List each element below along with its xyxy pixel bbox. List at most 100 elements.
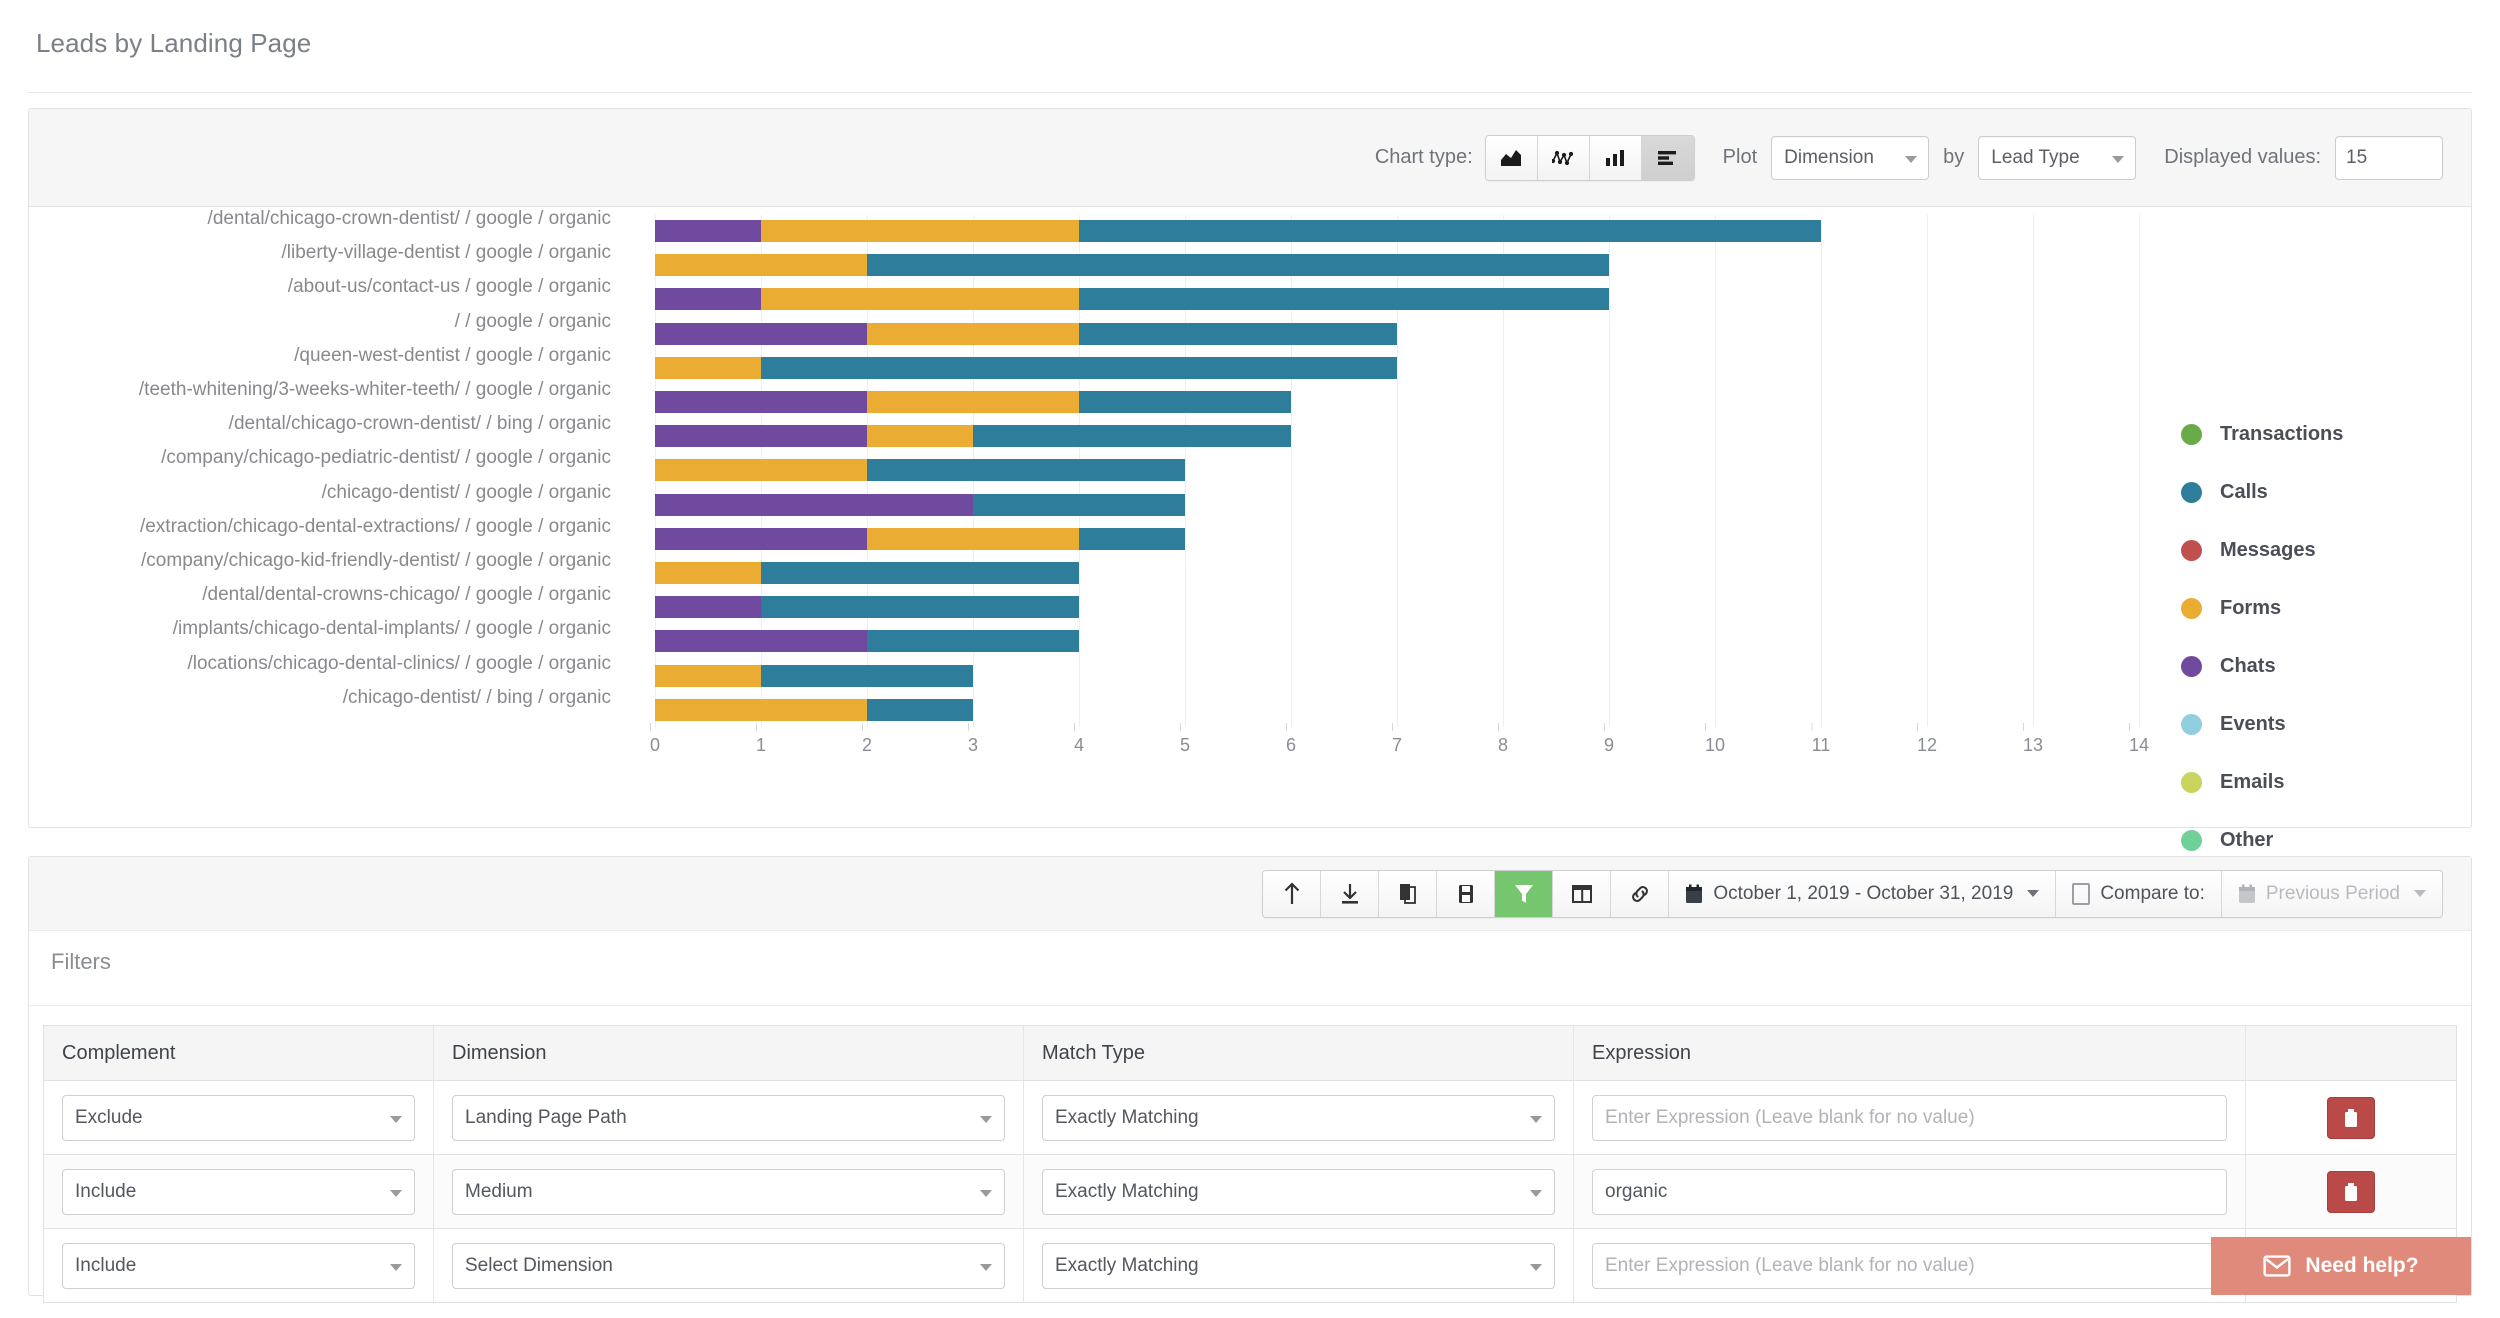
- delete-filter-button[interactable]: [2327, 1096, 2375, 1139]
- bar-segment-calls[interactable]: [867, 254, 1609, 277]
- x-axis-tick-label: 3: [967, 723, 978, 756]
- bar-segment-forms[interactable]: [867, 425, 973, 448]
- bar-segment-chats[interactable]: [655, 220, 761, 242]
- bar-segment-forms[interactable]: [655, 254, 867, 277]
- chevron-down-icon: [2112, 155, 2125, 163]
- previous-period-value: Previous Period: [2265, 882, 2400, 904]
- bar-segment-chats[interactable]: [655, 391, 867, 413]
- need-help-button[interactable]: Need help?: [2211, 1237, 2471, 1295]
- plot-dimension-select[interactable]: Dimension: [1771, 135, 1930, 180]
- chevron-down-icon: [1530, 1115, 1542, 1123]
- bar-segment-forms[interactable]: [867, 391, 1079, 413]
- bar-segment-calls[interactable]: [761, 562, 1079, 584]
- bar-segment-chats[interactable]: [655, 493, 973, 516]
- date-range-picker[interactable]: October 1, 2019 - October 31, 2019: [1669, 870, 2057, 917]
- bar-segment-chats[interactable]: [655, 527, 867, 550]
- match-type-select[interactable]: Exactly Matching: [1042, 1242, 1555, 1289]
- compare-to-checkbox[interactable]: Compare to:: [2056, 870, 2222, 917]
- line-chart-icon[interactable]: [1537, 135, 1590, 180]
- bar-chart-icon[interactable]: [1641, 135, 1694, 180]
- bar-segment-forms[interactable]: [655, 698, 867, 721]
- bar-segment-chats[interactable]: [655, 630, 867, 653]
- bar-segment-chats[interactable]: [655, 288, 761, 311]
- delete-filter-button[interactable]: [2327, 1170, 2375, 1213]
- gridline: [1609, 215, 1610, 727]
- y-axis-label: /company/chicago-pediatric-dentist/ / go…: [161, 447, 611, 469]
- expression-input[interactable]: [1592, 1094, 2227, 1141]
- bar-segment-calls[interactable]: [867, 698, 973, 721]
- columns-icon[interactable]: [1553, 870, 1612, 917]
- bar-segment-calls[interactable]: [973, 425, 1291, 448]
- legend-item[interactable]: Forms: [2181, 579, 2343, 637]
- upload-icon[interactable]: [1263, 870, 1322, 917]
- gridline: [1821, 215, 1822, 727]
- bar-segment-calls[interactable]: [1079, 220, 1821, 242]
- dimension-select[interactable]: Landing Page Path: [452, 1094, 1005, 1141]
- bar-segment-calls[interactable]: [1079, 322, 1397, 345]
- copy-icon[interactable]: [1379, 870, 1438, 917]
- displayed-values-input[interactable]: 15: [2335, 135, 2443, 180]
- trash-icon: [2345, 1108, 2357, 1127]
- legend-item[interactable]: Transactions: [2181, 405, 2343, 463]
- filters-table-header: Complement Dimension Match Type Expressi…: [43, 1025, 2457, 1081]
- legend-label: Events: [2220, 712, 2286, 735]
- bar-segment-forms[interactable]: [867, 527, 1079, 550]
- bar-segment-forms[interactable]: [761, 220, 1079, 242]
- expression-input[interactable]: [1592, 1168, 2227, 1215]
- column-header-actions: [2246, 1026, 2456, 1080]
- bar-segment-forms[interactable]: [655, 459, 867, 482]
- legend-item[interactable]: Events: [2181, 695, 2343, 753]
- bar-segment-chats[interactable]: [655, 596, 761, 619]
- bar-segment-chats[interactable]: [655, 425, 867, 448]
- chevron-down-icon: [1530, 1263, 1542, 1271]
- bar-segment-calls[interactable]: [1079, 288, 1609, 311]
- bar-segment-forms[interactable]: [867, 322, 1079, 345]
- bar-segment-forms[interactable]: [761, 288, 1079, 311]
- chevron-down-icon: [1905, 155, 1918, 163]
- bar-segment-calls[interactable]: [867, 459, 1185, 482]
- expression-input[interactable]: [1592, 1242, 2227, 1289]
- trash-icon: [2345, 1182, 2357, 1201]
- chevron-down-icon: [2027, 890, 2040, 897]
- bar-segment-forms[interactable]: [655, 664, 761, 687]
- bar-segment-calls[interactable]: [761, 596, 1079, 619]
- download-icon[interactable]: [1321, 870, 1380, 917]
- bar-segment-calls[interactable]: [1079, 527, 1185, 550]
- bar-segment-calls[interactable]: [973, 493, 1185, 516]
- y-axis-label: /teeth-whitening/3-weeks-whiter-teeth/ /…: [138, 379, 611, 400]
- link-icon[interactable]: [1611, 870, 1670, 917]
- save-icon[interactable]: [1437, 870, 1496, 917]
- bar-segment-chats[interactable]: [655, 322, 867, 345]
- legend-label: Forms: [2220, 596, 2282, 619]
- dimension-select[interactable]: Medium: [452, 1168, 1005, 1215]
- complement-select[interactable]: Exclude: [62, 1094, 415, 1141]
- filter-row: IncludeSelect DimensionExactly Matching+: [43, 1229, 2457, 1303]
- plot-by-select[interactable]: Lead Type: [1978, 135, 2137, 180]
- match-type-select[interactable]: Exactly Matching: [1042, 1094, 1555, 1141]
- bar-segment-calls[interactable]: [761, 356, 1397, 379]
- bar-segment-calls[interactable]: [761, 664, 973, 687]
- bar-segment-calls[interactable]: [867, 630, 1079, 653]
- bar-segment-forms[interactable]: [655, 356, 761, 379]
- filter-icon[interactable]: [1495, 870, 1554, 917]
- bar-segment-calls[interactable]: [1079, 391, 1291, 413]
- legend-item[interactable]: Emails: [2181, 753, 2343, 811]
- x-axis-tick-label: 0: [649, 723, 660, 756]
- x-axis-tick-mark: [861, 723, 863, 731]
- match-type-select[interactable]: Exactly Matching: [1042, 1168, 1555, 1215]
- legend-item[interactable]: Chats: [2181, 637, 2343, 695]
- complement-select[interactable]: Include: [62, 1168, 415, 1215]
- legend-item[interactable]: Messages: [2181, 521, 2343, 579]
- y-axis-label: /implants/chicago-dental-implants/ / goo…: [172, 618, 611, 640]
- bar-segment-forms[interactable]: [655, 562, 761, 584]
- chevron-down-icon: [980, 1189, 992, 1197]
- previous-period-select[interactable]: Previous Period: [2221, 870, 2442, 917]
- filters-table: Complement Dimension Match Type Expressi…: [43, 1025, 2457, 1303]
- complement-select[interactable]: Include: [62, 1242, 415, 1289]
- column-chart-icon[interactable]: [1589, 135, 1642, 180]
- legend-item[interactable]: Calls: [2181, 463, 2343, 521]
- area-chart-icon[interactable]: [1485, 135, 1538, 180]
- title-divider: [28, 92, 2472, 93]
- match-type-select-value: Exactly Matching: [1055, 1254, 1199, 1276]
- dimension-select[interactable]: Select Dimension: [452, 1242, 1005, 1289]
